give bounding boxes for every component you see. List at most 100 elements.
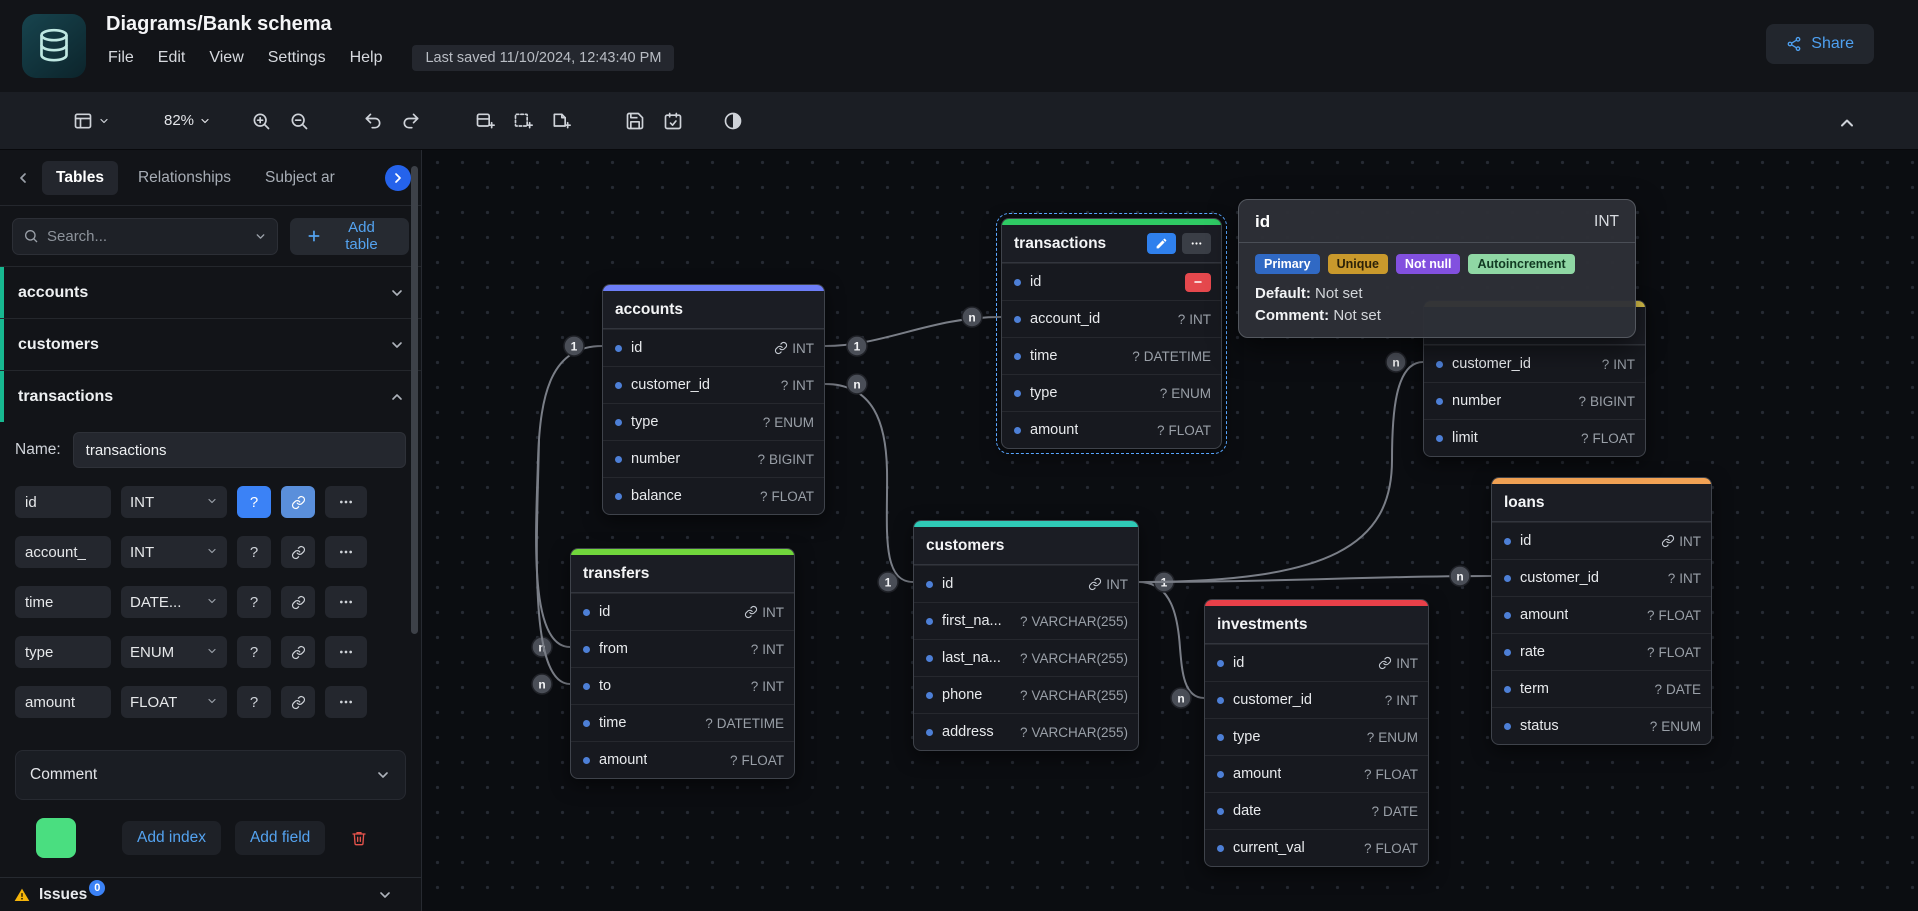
table-field-row[interactable]: to? INT — [571, 667, 794, 704]
table-field-row[interactable]: time? DATETIME — [571, 704, 794, 741]
tab-subject-ar[interactable]: Subject ar — [251, 161, 349, 195]
canvas-table-loans[interactable]: loansid INTcustomer_id? INTamount? FLOAT… — [1491, 477, 1712, 745]
tabs-scroll-right-button[interactable] — [385, 165, 411, 191]
table-field-row[interactable]: last_na...? VARCHAR(255) — [914, 639, 1138, 676]
table-field-row[interactable]: date? DATE — [1205, 792, 1428, 829]
table-field-row[interactable]: limit? FLOAT — [1424, 419, 1645, 456]
primary-key-toggle-button[interactable] — [281, 586, 315, 618]
canvas-table-transfers[interactable]: transfersid INTfrom? INTto? INTtime? DAT… — [570, 548, 795, 779]
table-field-row[interactable]: account_id? INT — [1002, 300, 1221, 337]
share-button[interactable]: Share — [1766, 24, 1874, 64]
primary-key-toggle-button[interactable] — [281, 486, 315, 518]
table-field-row[interactable]: status? ENUM — [1492, 707, 1711, 744]
sidebar-scrollbar[interactable] — [411, 166, 418, 634]
chevron-down-icon[interactable] — [377, 887, 393, 903]
field-name-button[interactable]: account_ — [15, 536, 111, 568]
field-type-select[interactable]: DATE... — [121, 586, 227, 618]
table-color-swatch[interactable] — [36, 818, 76, 858]
canvas-table-accounts[interactable]: accountsid INTcustomer_id? INTtype? ENUM… — [602, 284, 825, 515]
nullable-toggle-button[interactable]: ? — [237, 486, 271, 518]
menu-help[interactable]: Help — [338, 45, 395, 70]
table-field-row[interactable]: id INT — [1492, 522, 1711, 559]
tab-tables[interactable]: Tables — [42, 161, 118, 195]
field-name-button[interactable]: time — [15, 586, 111, 618]
zoom-in-button[interactable] — [242, 104, 280, 138]
comment-section-toggle[interactable]: Comment — [15, 750, 406, 800]
field-more-options-button[interactable] — [325, 486, 367, 518]
nullable-toggle-button[interactable]: ? — [237, 636, 271, 668]
table-field-row[interactable]: customer_id? INT — [603, 366, 824, 403]
save-button[interactable] — [616, 104, 654, 138]
field-type-select[interactable]: FLOAT — [121, 686, 227, 718]
delete-table-button[interactable] — [341, 821, 377, 855]
add-note-tool-button[interactable] — [542, 104, 580, 138]
nullable-toggle-button[interactable]: ? — [237, 586, 271, 618]
primary-key-toggle-button[interactable] — [281, 636, 315, 668]
field-type-select[interactable]: ENUM — [121, 636, 227, 668]
todo-button[interactable] — [654, 104, 692, 138]
table-field-row[interactable]: first_na...? VARCHAR(255) — [914, 602, 1138, 639]
menu-view[interactable]: View — [197, 45, 255, 70]
table-field-row[interactable]: customer_id? INT — [1492, 559, 1711, 596]
field-type-select[interactable]: INT — [121, 536, 227, 568]
collapse-header-button[interactable] — [1828, 106, 1866, 140]
zoom-level-control[interactable]: 82% — [155, 105, 220, 136]
nullable-toggle-button[interactable]: ? — [237, 686, 271, 718]
table-field-row[interactable]: amount? FLOAT — [1002, 411, 1221, 448]
add-table-button[interactable]: Add table — [290, 218, 409, 255]
add-field-button[interactable]: Add field — [235, 821, 325, 855]
canvas-table-investments[interactable]: investmentsid INTcustomer_id? INTtype? E… — [1204, 599, 1429, 867]
table-field-row[interactable]: customer_id? INT — [1424, 345, 1645, 382]
table-field-row[interactable]: type? ENUM — [603, 403, 824, 440]
field-name-button[interactable]: id — [15, 486, 111, 518]
zoom-out-button[interactable] — [280, 104, 318, 138]
table-name-input[interactable] — [73, 432, 406, 468]
table-field-row[interactable]: id INT — [603, 329, 824, 366]
table-field-row[interactable]: id INT — [1205, 644, 1428, 681]
table-field-row[interactable]: phone? VARCHAR(255) — [914, 676, 1138, 713]
add-index-button[interactable]: Add index — [122, 821, 221, 855]
field-more-options-button[interactable] — [325, 686, 367, 718]
field-more-options-button[interactable] — [325, 586, 367, 618]
table-field-row[interactable]: id INT — [571, 593, 794, 630]
table-field-row[interactable]: amount? FLOAT — [1205, 755, 1428, 792]
canvas-table-transactions[interactable]: transactionsidaccount_id? INTtime? DATET… — [1001, 218, 1222, 449]
table-more-options-button[interactable] — [1182, 233, 1211, 254]
add-area-tool-button[interactable] — [504, 104, 542, 138]
menu-edit[interactable]: Edit — [146, 45, 198, 70]
issues-bar[interactable]: Issues 0 — [0, 877, 421, 911]
redo-button[interactable] — [392, 104, 430, 138]
table-field-row[interactable]: id INT — [914, 565, 1138, 602]
menu-file[interactable]: File — [106, 45, 146, 70]
field-more-options-button[interactable] — [325, 536, 367, 568]
table-search-box[interactable] — [12, 218, 278, 255]
sidebar-table-customers[interactable]: customers — [0, 318, 421, 370]
sidebar-table-accounts[interactable]: accounts — [0, 266, 421, 318]
sidebar-table-transactions[interactable]: transactions — [0, 370, 421, 422]
edit-table-button[interactable] — [1147, 233, 1176, 254]
table-field-row[interactable]: type? ENUM — [1205, 718, 1428, 755]
undo-button[interactable] — [354, 104, 392, 138]
table-field-row[interactable]: time? DATETIME — [1002, 337, 1221, 374]
field-name-button[interactable]: amount — [15, 686, 111, 718]
field-more-options-button[interactable] — [325, 636, 367, 668]
delete-field-button[interactable] — [1185, 273, 1211, 292]
primary-key-toggle-button[interactable] — [281, 686, 315, 718]
table-field-row[interactable]: address? VARCHAR(255) — [914, 713, 1138, 750]
table-field-row[interactable]: number? BIGINT — [1424, 382, 1645, 419]
table-field-row[interactable]: balance? FLOAT — [603, 477, 824, 514]
tabs-scroll-left-button[interactable] — [10, 165, 36, 191]
add-table-tool-button[interactable] — [466, 104, 504, 138]
app-logo[interactable] — [22, 14, 86, 78]
nullable-toggle-button[interactable]: ? — [237, 536, 271, 568]
table-field-row[interactable]: amount? FLOAT — [571, 741, 794, 778]
table-field-row[interactable]: rate? FLOAT — [1492, 633, 1711, 670]
table-field-row[interactable]: number? BIGINT — [603, 440, 824, 477]
menu-settings[interactable]: Settings — [256, 45, 338, 70]
search-input[interactable] — [47, 228, 246, 245]
table-field-row[interactable]: amount? FLOAT — [1492, 596, 1711, 633]
field-name-button[interactable]: type — [15, 636, 111, 668]
view-options-button[interactable] — [64, 104, 119, 138]
table-field-row[interactable]: current_val? FLOAT — [1205, 829, 1428, 866]
table-field-row[interactable]: term? DATE — [1492, 670, 1711, 707]
